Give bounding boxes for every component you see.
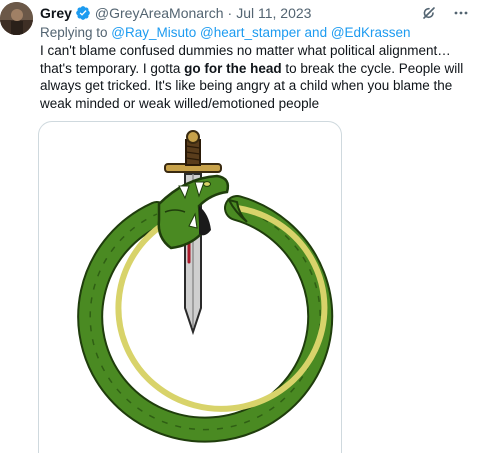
replying-to: Replying to @Ray_Misuto @heart_stamper a… [40,24,411,42]
more-icon[interactable] [452,4,470,22]
verified-badge-icon [75,5,91,21]
tweet-text-bold: go for the head [184,60,282,76]
tweet-header: Grey @GreyAreaMonarch · Jul 11, 2023 [40,4,311,22]
replying-to-conjunction[interactable]: and [301,25,331,40]
avatar-image [0,2,33,35]
tweet-date[interactable]: Jul 11, 2023 [236,4,311,22]
author-name[interactable]: Grey [40,4,72,22]
header-separator: · [227,5,233,21]
mention-link[interactable]: @Ray_Misuto [111,25,196,40]
grok-icon[interactable] [420,4,438,22]
mention-link[interactable]: @EdKrassen [331,25,411,40]
tweet-actions [420,4,470,22]
mention-link[interactable]: @heart_stamper [200,25,301,40]
avatar[interactable] [0,2,33,35]
tweet: Grey @GreyAreaMonarch · Jul 11, 2023 Rep… [0,0,480,453]
tweet-media[interactable] [38,121,342,453]
ouroboros-sword-image [77,130,334,443]
tweet-text: I can't blame confused dummies no matter… [40,42,472,112]
replying-to-prefix: Replying to [40,25,112,40]
author-handle[interactable]: @GreyAreaMonarch [95,4,224,22]
